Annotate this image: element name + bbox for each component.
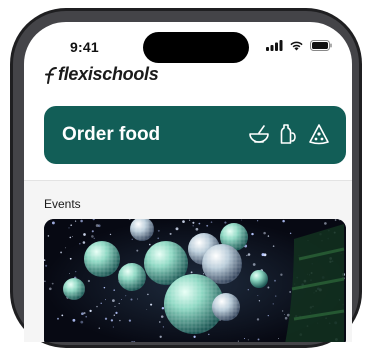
brand-name: flexischools bbox=[58, 64, 159, 84]
app-screen: 9:41 flexischools Order food Events bbox=[24, 22, 352, 342]
wifi-icon bbox=[290, 41, 303, 51]
signal-icon bbox=[266, 40, 283, 51]
status-time: 9:41 bbox=[70, 39, 99, 55]
dynamic-island bbox=[143, 32, 249, 63]
order-food-icons bbox=[248, 123, 330, 145]
disco-balls-photo bbox=[44, 219, 346, 342]
order-food-title: Order food bbox=[62, 124, 161, 145]
status-icons bbox=[266, 40, 332, 51]
pizza-icon bbox=[309, 124, 329, 145]
bowl-icon bbox=[249, 125, 269, 143]
battery-icon bbox=[310, 40, 332, 51]
order-food-card[interactable]: Order food bbox=[44, 106, 346, 164]
drink-icon bbox=[280, 124, 296, 144]
events-heading: Events bbox=[44, 197, 81, 211]
flexischools-mark-icon bbox=[45, 66, 57, 84]
event-image[interactable] bbox=[44, 219, 346, 342]
brand-logo[interactable]: flexischools bbox=[44, 64, 159, 85]
